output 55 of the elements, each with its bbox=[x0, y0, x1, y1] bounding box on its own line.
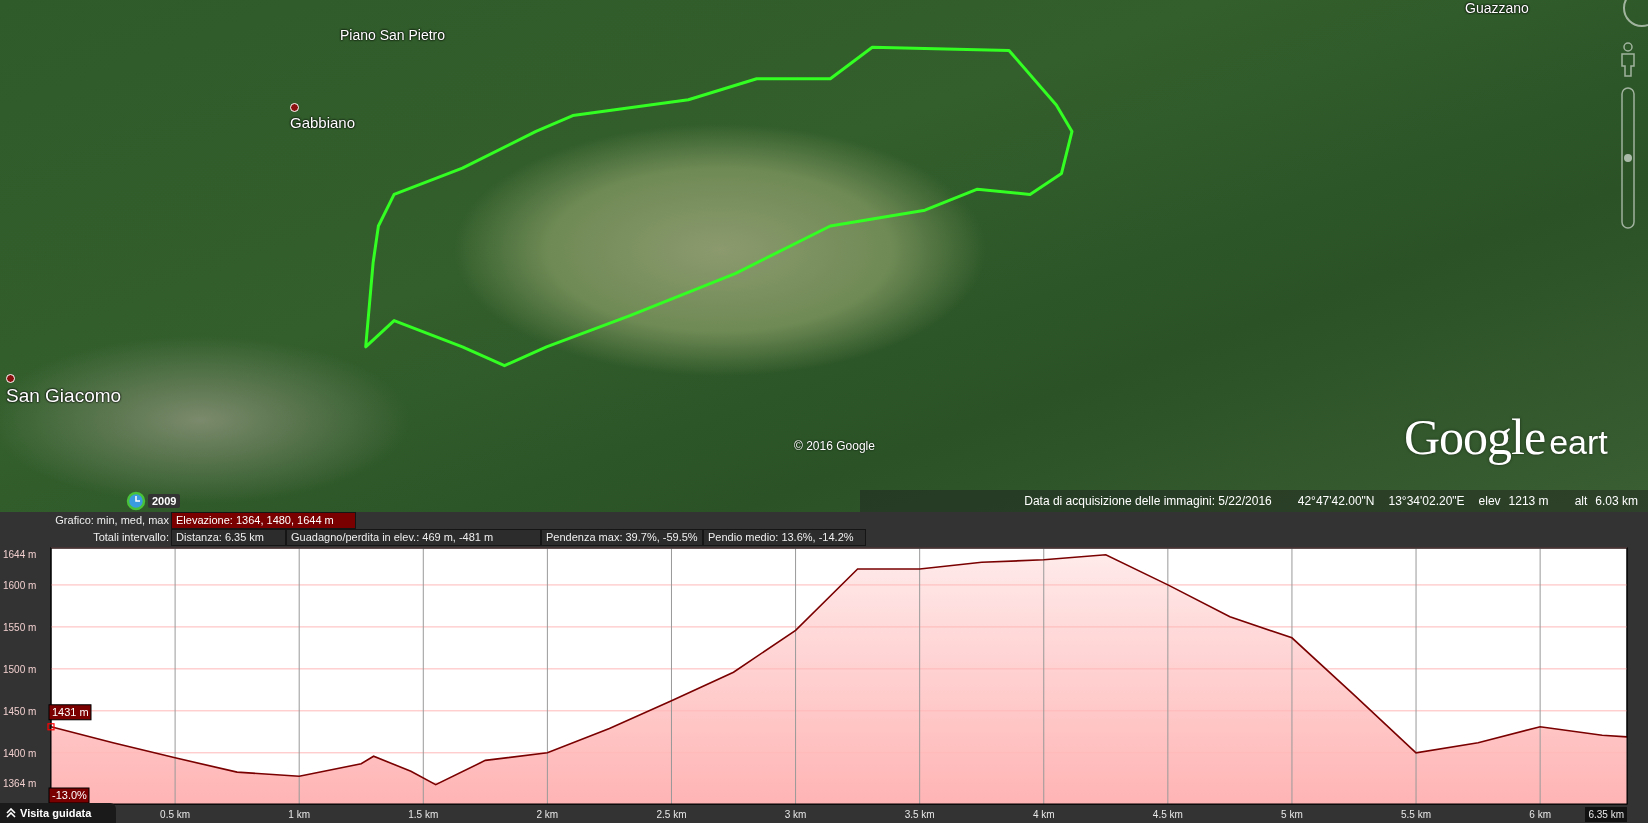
zoom-slider[interactable] bbox=[1621, 87, 1635, 229]
axis-tick-label: 6 km bbox=[1529, 809, 1551, 820]
elevation-label: elev bbox=[1478, 494, 1501, 508]
place-label: Piano San Pietro bbox=[340, 27, 446, 43]
axis-tick-label: 5 km bbox=[1281, 809, 1303, 820]
axis-tick-label: 1364 m bbox=[3, 778, 37, 789]
axis-tick-label: 1450 m bbox=[3, 705, 37, 717]
axis-tick-label: 1400 m bbox=[3, 747, 37, 759]
place-pin-icon bbox=[6, 374, 15, 383]
tour-button[interactable]: Visita guidata bbox=[0, 803, 116, 823]
axis-tick-label: 1500 m bbox=[3, 663, 37, 675]
axis-tick-label: 4.5 km bbox=[1152, 809, 1183, 820]
totals-value: Pendio medio: 13.6%, -14.2% bbox=[703, 529, 866, 546]
place-pin-icon bbox=[290, 103, 299, 112]
elevation-value: 1213 m bbox=[1508, 494, 1549, 508]
axis-tick-label: 1.5 km bbox=[408, 809, 439, 820]
axis-tick-label: 3.5 km bbox=[904, 809, 935, 820]
axis-tick-label: 2 km bbox=[536, 809, 559, 820]
axis-tick-label: 2.5 km bbox=[656, 809, 687, 820]
axis-tick-label: 6.35 km bbox=[1585, 807, 1627, 822]
axis-tick-label: 1 km bbox=[288, 809, 310, 820]
graph-option[interactable]: Elevazione: 1364, 1480, 1644 m bbox=[171, 512, 356, 529]
elevation-readout: 1431 m bbox=[48, 704, 92, 721]
place-label: Gabbiano bbox=[290, 114, 356, 131]
copyright-text: © 2016 Google bbox=[794, 439, 875, 453]
logo-text: Google bbox=[1404, 408, 1546, 466]
slope-readout: -13.0% bbox=[48, 787, 90, 804]
imagery-date: Data di acquisizione delle immagini: 5/22/2016 bbox=[1024, 494, 1272, 508]
axis-tick-label: 0.5 km bbox=[160, 809, 191, 820]
double-caret-icon bbox=[6, 808, 16, 818]
axis-tick-label: 5.5 km bbox=[1401, 809, 1432, 820]
axis-tick-label: 4 km bbox=[1032, 809, 1055, 820]
totals-value: Distanza: 6.35 km bbox=[171, 529, 286, 546]
place-label: Guazzano bbox=[1465, 0, 1529, 16]
annotation: -13.0% bbox=[52, 789, 88, 801]
totals-value: Guadagno/perdita in elev.: 469 m, -481 m bbox=[286, 529, 541, 546]
imagery-year-label[interactable]: 2009 bbox=[148, 494, 181, 508]
person-icon[interactable] bbox=[1621, 42, 1635, 77]
annotation: 1431 m bbox=[52, 705, 89, 718]
axis-tick-label: 1550 m bbox=[3, 621, 37, 633]
latitude: 42°47'42.00"N bbox=[1297, 494, 1375, 508]
altitude-value: 6.03 km bbox=[1595, 494, 1638, 508]
longitude: 13°34'02.20"E bbox=[1388, 494, 1465, 508]
axis-tick-label: 1644 m bbox=[3, 549, 37, 560]
axis-tick-label: 1600 m bbox=[3, 579, 37, 591]
place-label: San Giacomo bbox=[6, 385, 122, 407]
logo-text: eart bbox=[1549, 423, 1608, 462]
totals-value: Pendenza max: 39.7%, -59.5% bbox=[541, 529, 703, 546]
clock-icon[interactable] bbox=[126, 491, 146, 511]
compass-ring-icon[interactable] bbox=[1623, 0, 1648, 27]
position-marker-icon bbox=[47, 723, 55, 731]
totals-label: Totali intervallo: bbox=[92, 530, 170, 545]
altitude-label: alt bbox=[1574, 494, 1588, 508]
graph-label: Grafico: min, med, max bbox=[54, 513, 170, 528]
axis-tick-label: 3 km bbox=[784, 809, 807, 820]
